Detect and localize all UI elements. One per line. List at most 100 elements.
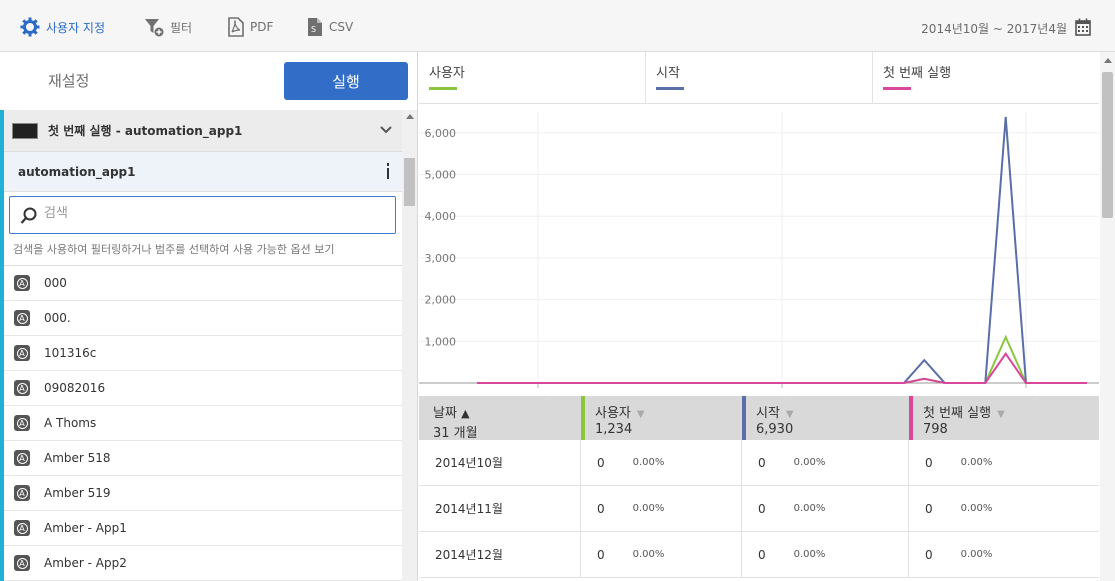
table-body: 2014년10월 0 0.00% 0 0.00% 0 0.00% 2014년11월 0 0.00%… <box>419 440 1099 578</box>
column-label: 사용자 <box>595 406 631 421</box>
chevron-down-icon[interactable] <box>380 124 392 136</box>
list-item[interactable]: A 000. <box>4 301 402 336</box>
legend-swatch <box>656 87 684 90</box>
sort-down-icon[interactable]: ▼ <box>786 409 794 420</box>
column-label: 첫 번째 실행 <box>923 406 992 421</box>
list-item[interactable]: A Amber 519 <box>4 476 402 511</box>
run-button[interactable]: 실행 <box>284 62 408 100</box>
list-item-label: Amber 519 <box>44 486 111 500</box>
y-tick-label: 5,000 <box>425 169 457 182</box>
scrollbar-thumb[interactable] <box>1102 72 1113 218</box>
badge-letter: A <box>16 277 28 289</box>
pdf-label: PDF <box>250 20 274 34</box>
y-tick-label: 4,000 <box>425 210 457 223</box>
list-item-label: Amber 518 <box>44 451 111 465</box>
list-item[interactable]: A Amber - App2 <box>4 546 402 581</box>
list-item[interactable]: A A Thoms <box>4 406 402 441</box>
text-dimension-icon: A <box>14 485 30 501</box>
filter-list: 첫 번째 실행 - automation_app1 automation_app… <box>0 110 402 581</box>
legend-item-launches[interactable]: 시작 <box>646 52 873 104</box>
cell-text: 2014년12월 <box>435 548 503 562</box>
date-total: 31 개월 <box>433 426 478 441</box>
filter-panel: 재설정 실행 첫 번째 실행 - automation_app1 automat… <box>0 52 418 581</box>
column-header-date[interactable]: 날짜 ▲ 31 개월 <box>419 396 581 441</box>
date-range[interactable]: 2014년10월 ~ 2017년4월 <box>921 20 1067 37</box>
customize-button[interactable]: 사용자 지정 <box>20 15 105 39</box>
column-header-launches[interactable]: 시작 ▼ 6,930 <box>742 396 909 440</box>
legend-item-first-launch[interactable]: 첫 번째 실행 <box>873 52 1099 104</box>
badge-letter: A <box>16 347 28 359</box>
pdf-export-button[interactable]: PDF <box>228 15 273 39</box>
sort-up-icon[interactable]: ▲ <box>461 407 469 420</box>
list-item-label: Amber - App1 <box>44 521 127 535</box>
column-total: 6,930 <box>756 422 794 437</box>
cell-percent: 0.00% <box>632 457 665 468</box>
sort-down-icon[interactable]: ▼ <box>997 409 1005 420</box>
sort-down-icon[interactable]: ▼ <box>637 409 645 420</box>
cell-value: 0 <box>597 455 605 470</box>
search-input[interactable] <box>44 206 344 221</box>
list-item[interactable]: A Amber - App1 <box>4 511 402 546</box>
search-icon <box>20 207 37 224</box>
column-header-first-launch[interactable]: 첫 번째 실행 ▼ 798 <box>909 396 1099 440</box>
list-item[interactable]: A 09082016 <box>4 371 402 406</box>
cell-first-launch: 0 0.00% <box>909 486 1099 531</box>
report-panel: 사용자 시작 첫 번째 실행 6,000 5,000 4,000 3,000 2,000… <box>419 52 1115 581</box>
legend-item-users[interactable]: 사용자 <box>419 52 646 104</box>
cell-text: 2014년10월 <box>435 456 503 470</box>
accordion-header[interactable]: 첫 번째 실행 - automation_app1 <box>4 110 402 152</box>
pdf-icon <box>228 17 244 37</box>
page-scrollbar[interactable] <box>1100 52 1115 581</box>
column-total: 1,234 <box>595 422 633 437</box>
text-dimension-icon: A <box>14 345 30 361</box>
list-item[interactable]: A 101316c <box>4 336 402 371</box>
reset-button[interactable]: 재설정 <box>48 70 89 91</box>
filter-add-icon <box>145 19 164 37</box>
filter-label: 필터 <box>170 20 193 35</box>
badge-letter: A <box>16 312 28 324</box>
badge-letter: A <box>16 487 28 499</box>
column-stripe <box>909 396 913 440</box>
cell-launches: 0 0.00% <box>742 440 909 485</box>
list-item[interactable]: A Amber 518 <box>4 441 402 476</box>
info-icon[interactable] <box>386 163 390 179</box>
table-row[interactable]: 2014년10월 0 0.00% 0 0.00% 0 0.00% <box>419 440 1099 486</box>
column-header-users[interactable]: 사용자 ▼ 1,234 <box>581 396 742 440</box>
cell-users: 0 0.00% <box>581 486 742 531</box>
csv-label: CSV <box>329 20 354 34</box>
cell-percent: 0.00% <box>793 503 826 514</box>
date-header-label: 날짜 <box>433 406 457 421</box>
cell-value: 0 <box>597 501 605 516</box>
scrollbar-thumb[interactable] <box>404 158 415 206</box>
badge-letter: A <box>16 417 28 429</box>
list-item-label: 000 <box>44 276 67 290</box>
scroll-up-arrow-icon[interactable] <box>1104 58 1112 63</box>
cell-value: 0 <box>925 547 933 562</box>
app-thumbnail <box>12 122 38 139</box>
dimension-subheader: automation_app1 <box>4 152 402 192</box>
filter-button[interactable]: 필터 <box>144 15 192 39</box>
chart-legend: 사용자 시작 첫 번째 실행 <box>419 52 1099 104</box>
badge-letter: A <box>16 452 28 464</box>
calendar-icon[interactable] <box>1075 18 1091 36</box>
toolbar: 사용자 지정 필터 PDF S CSV 2014년10월 ~ 2017년4월 <box>0 0 1115 52</box>
list-item-label: 000. <box>44 311 71 325</box>
line-chart: 6,0005,0004,0003,0002,0001,0001월20151월20… <box>419 112 1099 396</box>
list-item-label: 09082016 <box>44 381 106 395</box>
column-stripe <box>581 396 585 440</box>
text-dimension-icon: A <box>14 380 30 396</box>
scroll-up-arrow-icon[interactable] <box>406 114 414 119</box>
search-field[interactable] <box>9 196 396 234</box>
list-item[interactable]: A 000 <box>4 266 402 301</box>
text-dimension-icon: A <box>14 310 30 326</box>
table-row[interactable]: 2014년11월 0 0.00% 0 0.00% 0 0.00% <box>419 486 1099 532</box>
left-scrollbar[interactable] <box>402 110 417 581</box>
badge-letter: A <box>16 382 28 394</box>
csv-export-button[interactable]: S CSV <box>307 15 353 39</box>
table-row[interactable]: 2014년12월 0 0.00% 0 0.00% 0 0.00% <box>419 532 1099 578</box>
column-label: 시작 <box>756 406 780 421</box>
cell-percent: 0.00% <box>793 457 826 468</box>
cell-percent: 0.00% <box>793 549 826 560</box>
cell-percent: 0.00% <box>632 549 665 560</box>
value-list: A 000 A 000. A 101316c A 09082016 A A Thoms A Amber… <box>4 266 402 581</box>
